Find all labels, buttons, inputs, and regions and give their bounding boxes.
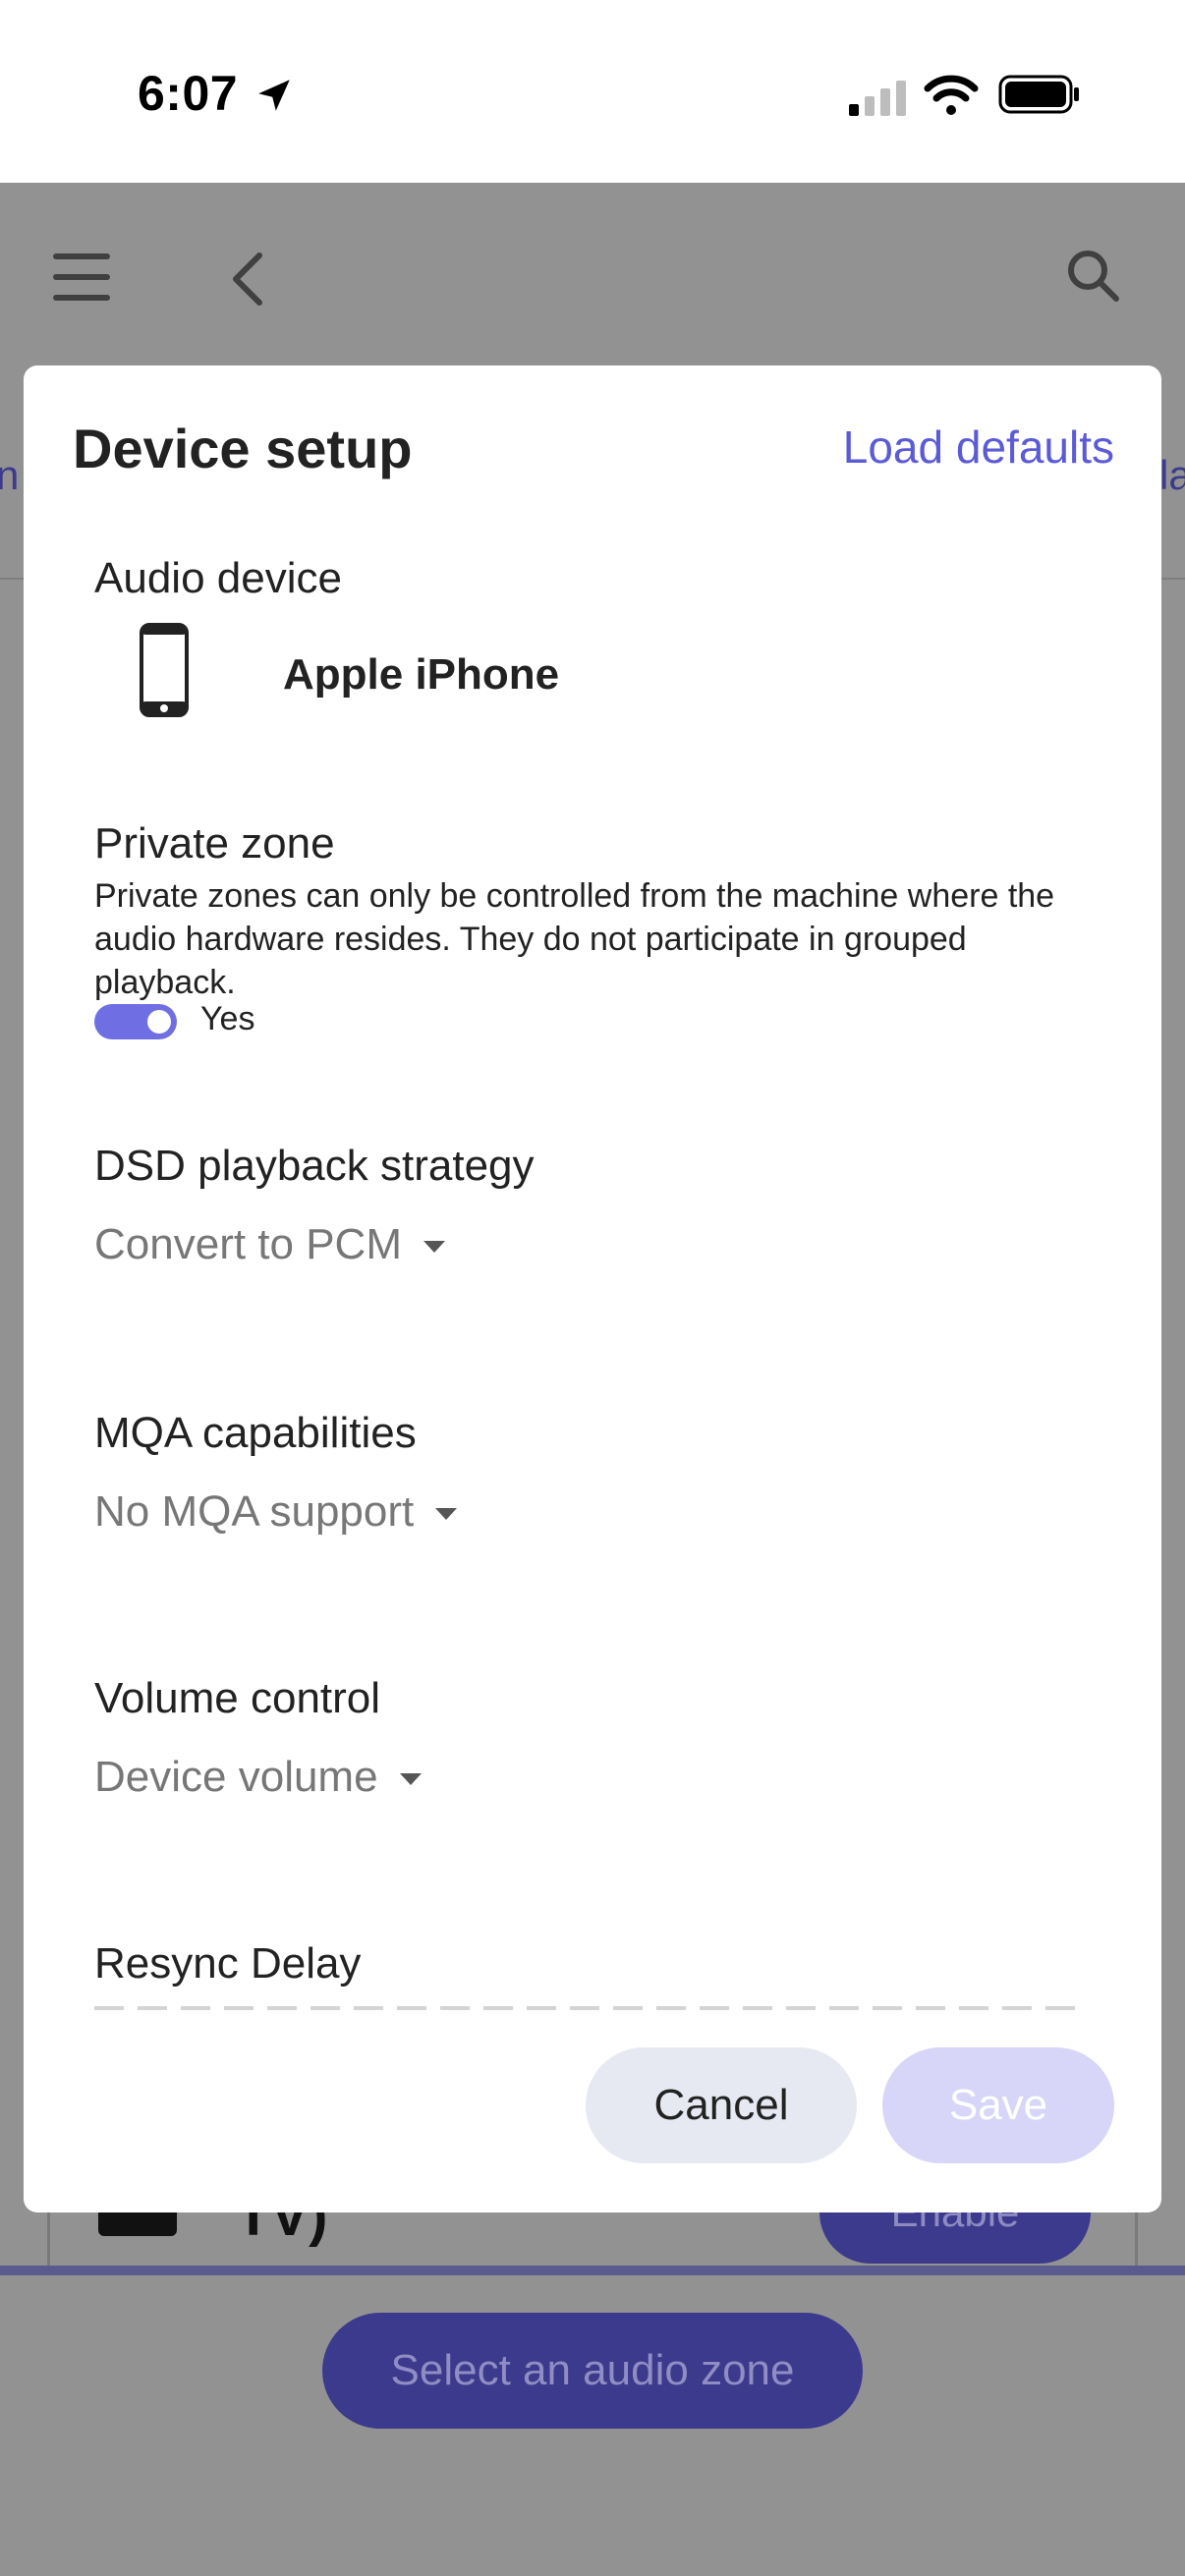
private-zone-label: Private zone bbox=[94, 819, 335, 868]
battery-icon bbox=[998, 75, 1079, 114]
background-tab-left: n bbox=[0, 452, 20, 498]
menu-icon[interactable] bbox=[53, 252, 110, 303]
select-audio-zone-button[interactable]: Select an audio zone bbox=[322, 2313, 863, 2429]
mqa-capabilities-value: No MQA support bbox=[94, 1487, 415, 1536]
status-time: 6:07 bbox=[138, 66, 239, 121]
save-button[interactable]: Save bbox=[882, 2047, 1114, 2163]
volume-control-value: Device volume bbox=[94, 1753, 378, 1801]
volume-control-label: Volume control bbox=[94, 1674, 381, 1722]
dsd-strategy-label: DSD playback strategy bbox=[94, 1142, 535, 1190]
mqa-capabilities-dropdown[interactable]: No MQA support bbox=[94, 1487, 458, 1537]
private-zone-toggle-label: Yes bbox=[200, 1000, 255, 1037]
background-stripe bbox=[0, 2266, 1185, 2275]
caret-down-icon bbox=[423, 1241, 445, 1253]
audio-device-label: Audio device bbox=[94, 554, 342, 602]
resync-delay-label: Resync Delay bbox=[94, 1939, 362, 1988]
caret-down-icon bbox=[399, 1773, 422, 1785]
load-defaults-link[interactable]: Load defaults bbox=[843, 420, 1114, 474]
cellular-signal-icon bbox=[849, 81, 906, 116]
phone-icon bbox=[140, 623, 189, 717]
wifi-icon bbox=[924, 75, 979, 115]
device-name: Apple iPhone bbox=[283, 650, 560, 699]
cancel-button[interactable]: Cancel bbox=[586, 2047, 857, 2163]
back-chevron-icon[interactable] bbox=[228, 252, 267, 307]
search-icon[interactable] bbox=[1065, 248, 1120, 303]
resync-delay-cutoff-text bbox=[94, 2006, 1077, 2010]
caret-down-icon bbox=[435, 1508, 458, 1520]
toggle-knob bbox=[147, 1010, 171, 1034]
status-bar: 6:07 bbox=[0, 0, 1185, 183]
private-zone-toggle[interactable] bbox=[94, 1004, 177, 1039]
dsd-strategy-value: Convert to PCM bbox=[94, 1220, 402, 1268]
background-tab-right: la bbox=[1159, 452, 1185, 498]
volume-control-dropdown[interactable]: Device volume bbox=[94, 1753, 422, 1802]
private-zone-description: Private zones can only be controlled fro… bbox=[94, 877, 1055, 1001]
dialog-title: Device setup bbox=[73, 418, 413, 479]
device-setup-dialog: Device setup Load defaults Audio device … bbox=[24, 365, 1161, 2212]
mqa-capabilities-label: MQA capabilities bbox=[94, 1409, 417, 1457]
location-arrow-icon bbox=[258, 80, 290, 111]
dsd-strategy-dropdown[interactable]: Convert to PCM bbox=[94, 1220, 445, 1269]
